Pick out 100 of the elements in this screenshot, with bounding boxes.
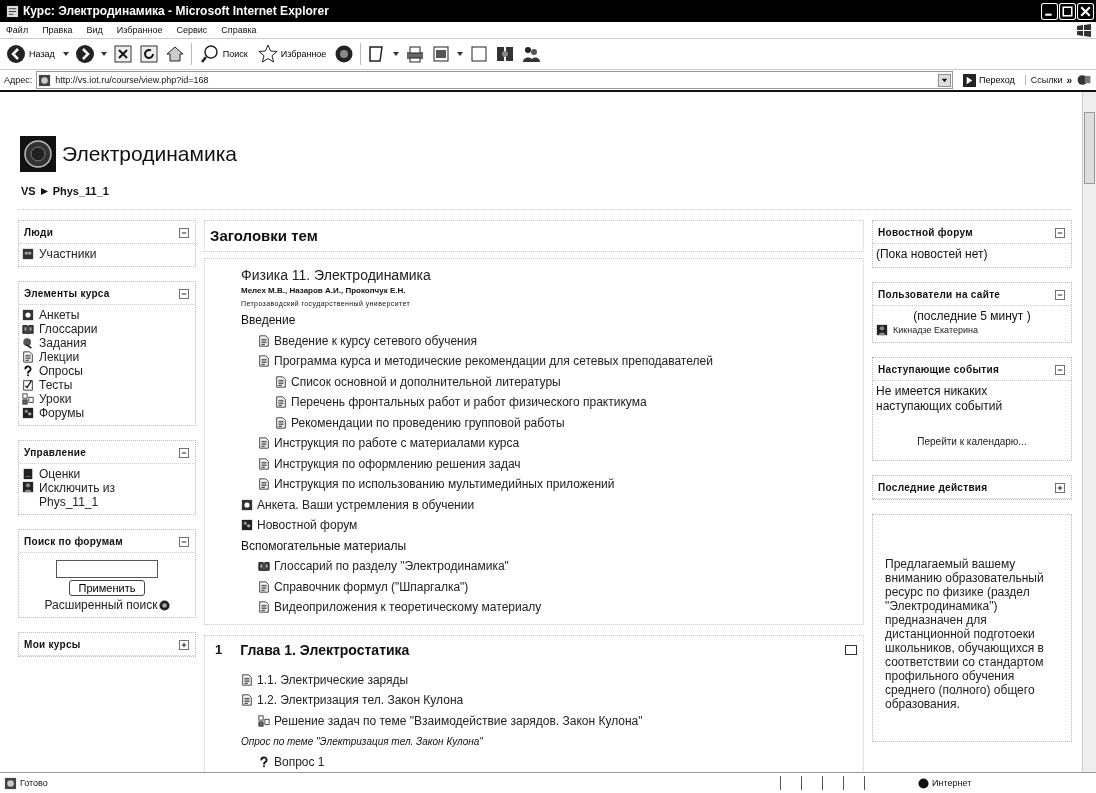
research-button[interactable] [495, 44, 516, 64]
messenger-button[interactable] [521, 44, 542, 64]
toolbar-icon[interactable] [1076, 72, 1092, 88]
expand-icon[interactable] [179, 639, 189, 650]
intro-text: Мелех М.В., Назаров А.И., Прокопчук Е.Н. [241, 286, 407, 295]
block-link[interactable]: Исключить из Phys_11_1 [39, 481, 149, 509]
address-label: Адрес: [4, 75, 33, 85]
favorites-button[interactable]: Избранное [255, 44, 329, 64]
menu-item[interactable]: Справка [221, 25, 257, 35]
block-text: Не имеется никаких наступающих событий [876, 384, 1004, 414]
block-link[interactable]: Анкеты [39, 308, 80, 322]
collapse-icon[interactable] [1055, 289, 1065, 300]
course-heading: Физика 11. Электродинамика [241, 267, 432, 283]
block-text: (Пока новостей нет) [876, 247, 989, 262]
book-icon [22, 323, 34, 335]
menu-item[interactable]: Файл [6, 25, 29, 35]
block-link[interactable]: Опросы [39, 364, 83, 378]
collapse-icon[interactable] [1055, 364, 1065, 375]
book-icon [258, 560, 270, 573]
resource-link[interactable]: Глоссарий по разделу "Электродинамика" [274, 559, 509, 574]
maximize-button[interactable] [1059, 2, 1076, 20]
block-title: Люди [24, 227, 54, 238]
edit-button[interactable] [431, 44, 452, 64]
grades-icon [22, 468, 34, 480]
dropdown-caret-icon[interactable] [62, 52, 69, 56]
menu-item[interactable]: Избранное [116, 25, 163, 35]
resource-link[interactable]: Вопрос 1 [274, 754, 325, 769]
collapse-icon[interactable] [179, 288, 189, 299]
block-link[interactable]: Уроки [39, 392, 72, 406]
collapse-icon[interactable] [179, 536, 189, 547]
links-button[interactable]: Ссылки [1024, 75, 1063, 85]
resource-link[interactable]: 1.2. Электризация тел. Закон Кулона [257, 693, 464, 708]
resource-link[interactable]: Видеоприложения к теоретическому материалу [274, 600, 542, 615]
search-field[interactable] [56, 560, 158, 578]
back-button[interactable]: Назад [4, 44, 57, 64]
globe-icon [918, 777, 929, 789]
browser-icon [6, 4, 19, 18]
media-button[interactable] [334, 44, 355, 64]
resource-link[interactable]: Рекомендации по проведению групповой работы [291, 415, 565, 430]
user-icon [876, 324, 888, 336]
resource-link[interactable]: Введение к курсу сетевого обучения [274, 333, 477, 348]
block-link[interactable]: Форумы [39, 406, 85, 420]
block-link[interactable]: Участники [39, 247, 97, 261]
print-button[interactable] [405, 44, 426, 64]
menu-item[interactable]: Сервис [176, 25, 208, 35]
more-chevron[interactable]: » [1066, 74, 1072, 86]
calendar-link[interactable]: Перейти к календарю... [917, 436, 1027, 447]
resource-link[interactable]: Инструкция по оформлению решения задач [274, 456, 521, 471]
survey-icon [241, 498, 253, 511]
resource-link[interactable]: Программа курса и методические рекомендации для сетевых преподавателей [274, 354, 713, 369]
block-title: Элементы курса [24, 288, 110, 299]
block-link[interactable]: Задания [39, 336, 87, 350]
resource-link[interactable]: Перечень фронтальных работ и работ физического практикума [291, 395, 647, 410]
resource-link[interactable]: Список основной и дополнительной литературы [291, 374, 561, 389]
minimize-button[interactable] [1041, 2, 1058, 20]
resource-link[interactable]: Инструкция по использованию мультимедийных приложений [274, 477, 615, 492]
resource-link[interactable]: Решение задач по теме "Взаимодействие зарядов. Закон Кулона" [274, 713, 643, 728]
document-icon [258, 580, 270, 593]
block-link[interactable]: Оценки [39, 467, 81, 481]
go-button[interactable]: Переход [957, 73, 1021, 87]
address-field[interactable]: http://vs.iot.ru/course/view.php?id=168 [36, 71, 953, 89]
block-title: Последние действия [878, 482, 988, 493]
collapse-icon[interactable] [179, 227, 189, 238]
page-icon [38, 73, 52, 87]
resource-link[interactable]: Новостной форум [257, 518, 358, 533]
block-link[interactable]: Глоссарии [39, 322, 98, 336]
resource-link[interactable]: Инструкция по работе с материалами курса [274, 436, 520, 451]
home-button[interactable] [164, 44, 185, 64]
dropdown-caret-icon[interactable] [100, 52, 107, 56]
expand-icon[interactable] [1055, 482, 1065, 493]
breadcrumb-link[interactable]: Phys_11_1 [52, 185, 109, 197]
stop-button[interactable] [112, 44, 133, 64]
dropdown-caret-icon[interactable] [393, 52, 400, 56]
section-number: 1 [215, 642, 223, 657]
resource-link[interactable]: Анкета. Ваши устремления в обучении [257, 497, 475, 512]
highlight-toggle[interactable] [845, 644, 857, 655]
discuss-button[interactable] [469, 44, 490, 64]
resource-link[interactable]: Справочник формул ("Шпаргалка") [274, 579, 469, 594]
user-icon [22, 481, 34, 493]
collapse-icon[interactable] [179, 447, 189, 458]
dropdown-caret-icon[interactable] [457, 52, 464, 56]
apply-button[interactable]: Применить [68, 580, 146, 596]
refresh-button[interactable] [138, 44, 159, 64]
forward-button[interactable] [74, 44, 95, 64]
menu-item[interactable]: Правка [42, 25, 73, 35]
block-link[interactable]: Тесты [39, 378, 73, 392]
document-icon [258, 601, 270, 614]
menu-item[interactable]: Вид [86, 25, 103, 35]
people-icon [241, 519, 253, 532]
collapse-icon[interactable] [1055, 227, 1065, 238]
close-button[interactable] [1077, 2, 1094, 20]
block-link[interactable]: Лекции [39, 350, 80, 364]
breadcrumb-link[interactable]: VS [21, 185, 36, 197]
resource-link[interactable]: 1.1. Электрические заряды [257, 672, 409, 687]
search-button[interactable]: Поиск [197, 44, 250, 64]
advanced-search-link[interactable]: Расширенный поиск [44, 598, 158, 612]
zone-text: Интернет [932, 778, 973, 788]
help-icon[interactable] [158, 599, 170, 611]
user-link[interactable]: Кикнадзе Екатерина [893, 323, 978, 337]
scrollbar[interactable] [1082, 92, 1096, 772]
